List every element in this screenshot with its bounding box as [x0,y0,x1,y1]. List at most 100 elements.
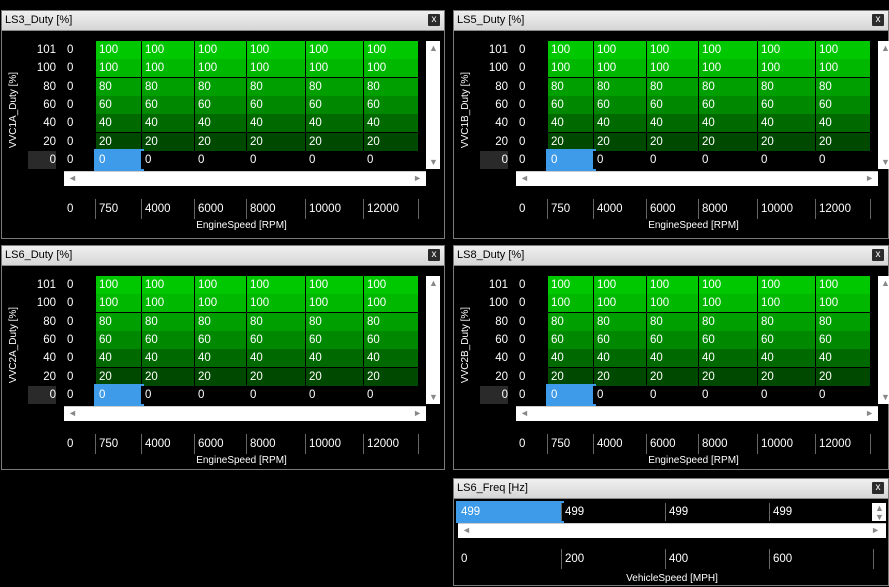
table-cell[interactable]: 100 [306,294,364,313]
row-header[interactable]: 40 [28,114,56,132]
table-cell[interactable]: 0 [546,148,596,171]
close-icon[interactable]: x [872,14,884,26]
table-cell[interactable]: 0 [64,150,96,169]
table-cell[interactable]: 0 [699,385,758,404]
x-axis-cell[interactable]: 750 [96,199,142,219]
table-cell[interactable]: 100 [142,41,195,59]
table-cell[interactable]: 100 [699,59,758,78]
vertical-scrollbar[interactable]: ▲ ▼ [872,503,886,522]
table-cell[interactable]: 20 [247,367,306,386]
table-cell[interactable]: 40 [142,114,195,133]
table-cell[interactable]: 100 [594,41,647,59]
table-cell[interactable]: 80 [96,77,142,96]
table-cell[interactable]: 60 [594,330,647,349]
table-cell[interactable]: 80 [647,77,699,96]
table-cell[interactable]: 0 [64,114,96,133]
table-cell[interactable]: 100 [816,59,871,78]
table-cell[interactable]: 20 [758,132,816,151]
table-cell[interactable]: 100 [548,276,594,294]
arrow-left-icon[interactable]: ◄ [68,408,77,418]
x-axis-cell[interactable]: 12000 [364,199,419,219]
table-cell[interactable]: 60 [96,95,142,114]
row-header[interactable]: 40 [480,349,508,367]
x-axis-cell[interactable]: 8000 [699,434,758,454]
table-cell[interactable]: 0 [364,150,419,169]
table-cell[interactable]: 100 [142,59,195,78]
arrow-right-icon[interactable]: ► [413,408,422,418]
table-cell[interactable]: 0 [516,385,548,404]
table-cell[interactable]: 40 [364,349,419,368]
table-cell[interactable]: 80 [306,312,364,331]
table-cell[interactable]: 100 [758,59,816,78]
panel-titlebar[interactable]: LS3_Duty [%] x [2,11,444,31]
close-icon[interactable]: x [428,249,440,261]
arrow-right-icon[interactable]: ► [865,408,874,418]
table-cell[interactable]: 0 [816,150,871,169]
row-header[interactable]: 80 [480,313,508,331]
table-cell[interactable]: 100 [594,276,647,294]
arrow-left-icon[interactable]: ◄ [520,173,529,183]
table-cell[interactable]: 40 [758,114,816,133]
row-header[interactable]: 101 [480,41,508,59]
vertical-scrollbar[interactable]: ▲ ▼ [878,276,889,404]
row-header[interactable]: 80 [28,313,56,331]
x-axis-cell[interactable]: 750 [96,434,142,454]
table-cell[interactable]: 60 [306,95,364,114]
arrow-up-icon[interactable]: ▲ [429,43,438,53]
x-axis-cell[interactable]: 400 [666,549,770,569]
table-cell[interactable]: 0 [64,59,96,78]
table-cell[interactable]: 0 [516,59,548,78]
table-cell[interactable]: 20 [306,132,364,151]
table-cell[interactable]: 100 [247,59,306,78]
table-cell[interactable]: 0 [546,383,596,406]
table-cell[interactable]: 20 [816,367,871,386]
table-cell[interactable]: 20 [699,132,758,151]
panel-titlebar[interactable]: LS6_Freq [Hz] x [454,479,888,499]
table-cell[interactable]: 60 [816,95,871,114]
table-cell[interactable]: 80 [548,312,594,331]
table-cell[interactable]: 20 [758,367,816,386]
row-header[interactable]: 100 [28,294,56,312]
table-cell[interactable]: 20 [647,132,699,151]
table-cell[interactable]: 0 [516,41,548,59]
table-cell[interactable]: 80 [594,77,647,96]
table-cell[interactable]: 0 [64,367,96,386]
table-cell[interactable]: 0 [94,383,144,406]
x-axis-cell[interactable]: 200 [562,549,666,569]
table-cell[interactable]: 0 [516,114,548,133]
table-cell[interactable]: 0 [516,367,548,386]
row-header[interactable]: 20 [28,133,56,151]
table-cell[interactable]: 40 [306,114,364,133]
table-cell[interactable]: 40 [816,349,871,368]
table-cell[interactable]: 20 [96,367,142,386]
table-cell[interactable]: 40 [195,349,247,368]
table-cell[interactable]: 0 [516,294,548,313]
table-cell[interactable]: 60 [142,330,195,349]
arrow-left-icon[interactable]: ◄ [462,525,471,535]
x-axis-cell[interactable]: 8000 [247,434,306,454]
table-cell[interactable]: 40 [816,114,871,133]
table-cell[interactable]: 60 [548,95,594,114]
table-cell[interactable]: 0 [516,349,548,368]
x-axis-cell[interactable]: 0 [64,199,96,219]
table-cell[interactable]: 0 [142,385,195,404]
table-cell[interactable]: 100 [699,41,758,59]
table-cell[interactable]: 100 [96,59,142,78]
table-cell[interactable]: 40 [548,114,594,133]
table-cell[interactable]: 100 [306,59,364,78]
vertical-scrollbar[interactable]: ▲ ▼ [426,276,440,404]
table-cell[interactable]: 60 [647,330,699,349]
row-header[interactable]: 80 [28,78,56,96]
table-cell[interactable]: 60 [594,95,647,114]
x-axis-cell[interactable]: 6000 [647,434,699,454]
table-cell[interactable]: 0 [306,150,364,169]
table-cell[interactable]: 100 [816,276,871,294]
vertical-scrollbar[interactable]: ▲ ▼ [878,41,889,169]
table-cell[interactable]: 100 [647,59,699,78]
table-cell[interactable]: 0 [64,41,96,59]
table-cell[interactable]: 20 [594,367,647,386]
table-cell[interactable]: 20 [548,132,594,151]
table-cell[interactable]: 0 [647,385,699,404]
table-cell[interactable]: 0 [758,150,816,169]
horizontal-scrollbar[interactable]: ◄ ► [516,406,878,421]
